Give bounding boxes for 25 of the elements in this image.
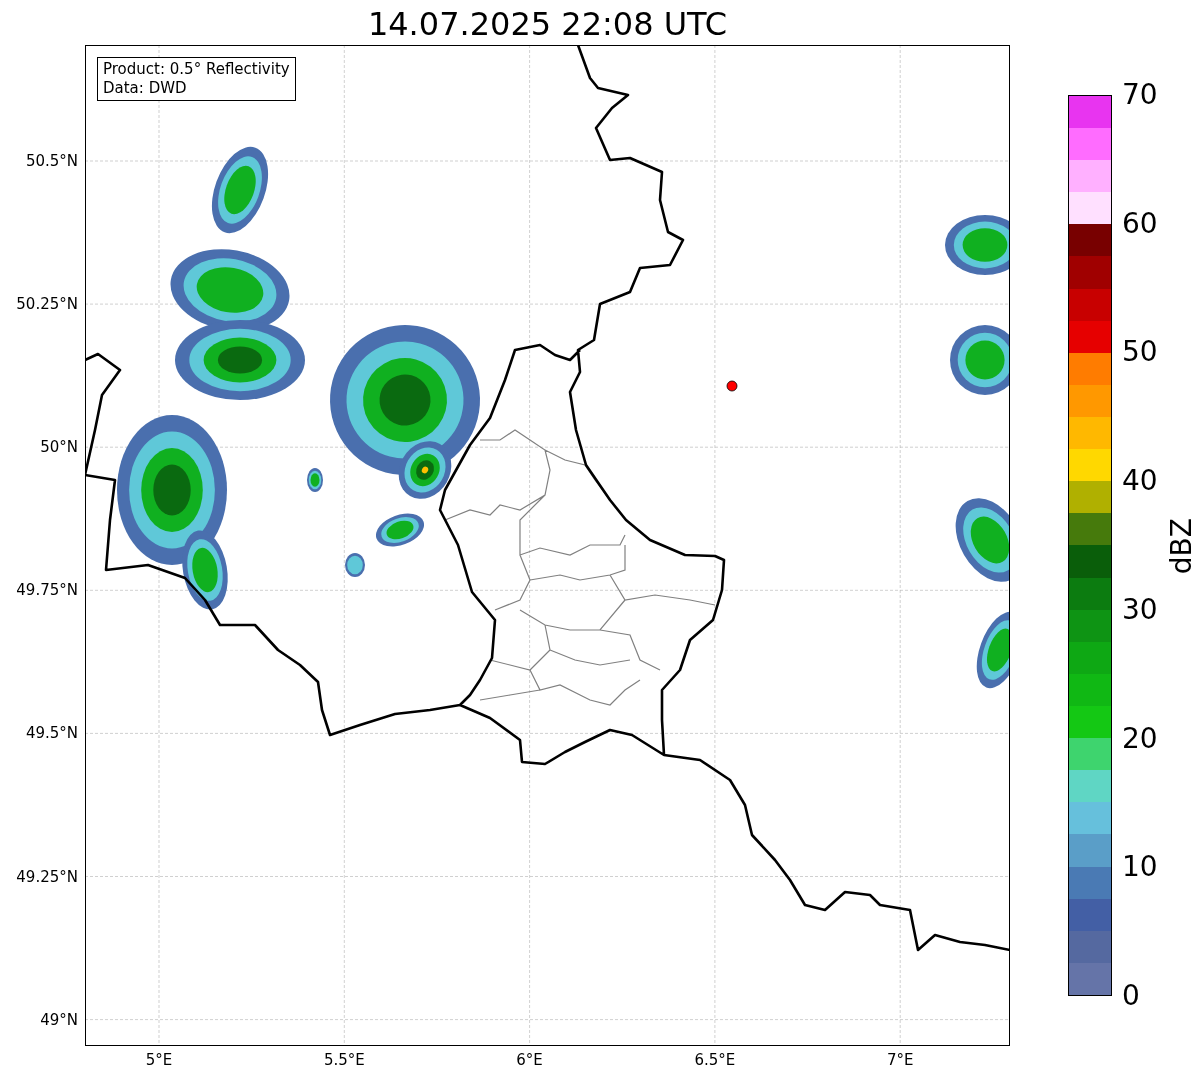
colorbar-tick-label: 0	[1122, 980, 1140, 1012]
plot-title: 14.07.2025 22:08 UTC	[366, 4, 729, 44]
colorbar-tick-label: 10	[1122, 851, 1158, 884]
latitude-label: 49.75°N	[15, 581, 78, 600]
colorbar-tick-label: 20	[1122, 722, 1158, 755]
longitude-label: 7°E	[885, 1051, 915, 1069]
info-text: Product: 0.5° Reflectivity	[103, 60, 290, 79]
colorbar-tick-label: 60	[1122, 207, 1158, 240]
latitude-label: 49°N	[39, 1010, 78, 1029]
colorbar-label: dBZ	[1165, 518, 1199, 575]
longitude-label: 5.5°E	[322, 1051, 366, 1069]
colorbar-tick-label: 50	[1122, 336, 1158, 369]
latitude-label: 50.5°N	[24, 152, 78, 170]
latitude-label: 49.5°N	[24, 724, 78, 743]
colorbar-tick-label: 30	[1122, 593, 1158, 626]
colorbar-tick-label: 40	[1122, 465, 1158, 498]
longitude-label: 6°E	[515, 1051, 544, 1069]
latitude-label: 50.25°N	[15, 295, 78, 314]
longitude-label: 6.5°E	[693, 1051, 737, 1069]
longitude-label: 5°E	[144, 1051, 174, 1069]
latitude-label: 50°N	[39, 438, 78, 457]
latitude-label: 49.25°N	[15, 867, 78, 886]
colorbar-tick-label: 70	[1122, 79, 1158, 111]
info-text: Data: DWD	[103, 79, 188, 98]
station-marker	[726, 380, 738, 392]
